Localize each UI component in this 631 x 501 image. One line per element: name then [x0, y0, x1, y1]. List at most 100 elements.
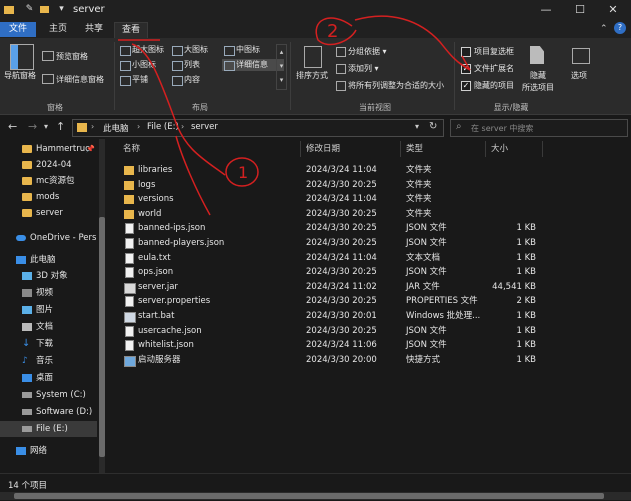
- horizontal-scrollbar[interactable]: [0, 492, 631, 500]
- sort-icon: [304, 46, 322, 68]
- group-by-button[interactable]: 分组依据 ▾: [348, 46, 387, 57]
- file-row[interactable]: server.jar 2024/3/24 11:02 JAR 文件 44,541 KB: [120, 280, 550, 295]
- file-row[interactable]: logs 2024/3/30 20:25 文件夹: [120, 178, 550, 193]
- file-row[interactable]: usercache.json 2024/3/30 20:25 JSON 文件 1 KB: [120, 324, 550, 339]
- column-header-name[interactable]: 名称: [123, 142, 140, 156]
- fit-columns-icon: [336, 81, 346, 91]
- layout-content[interactable]: 内容: [170, 74, 232, 86]
- item-checkboxes-label: 项目复选框: [474, 47, 514, 56]
- file-row[interactable]: ops.json 2024/3/30 20:25 JSON 文件 1 KB: [120, 265, 550, 280]
- nav-scroll-thumb[interactable]: [99, 217, 105, 457]
- breadcrumb-this-pc[interactable]: 此电脑: [103, 122, 129, 134]
- file-date: 2024/3/24 11:04: [306, 165, 377, 175]
- column-divider[interactable]: [542, 141, 543, 157]
- nav-item-2024-04[interactable]: 2024-04: [0, 157, 97, 173]
- layout-scroll-arrows[interactable]: ▴ ▾ ▾: [276, 44, 287, 90]
- navigation-pane-icon: [10, 44, 34, 70]
- refresh-icon[interactable]: ↻: [429, 121, 437, 132]
- maximize-button[interactable]: ☐: [570, 3, 590, 17]
- fit-columns-button[interactable]: 将所有列调整为合适的大小: [348, 80, 444, 91]
- nav-item-videos[interactable]: 视频: [0, 285, 97, 301]
- column-header-size[interactable]: 大小: [491, 142, 508, 156]
- nav-item-pictures[interactable]: 图片: [0, 302, 97, 318]
- column-divider[interactable]: [300, 141, 301, 157]
- file-row[interactable]: server.properties 2024/3/30 20:25 PROPERTI…: [120, 294, 550, 309]
- search-input[interactable]: 在 server 中搜索: [471, 123, 533, 134]
- file-name: start.bat: [138, 311, 175, 321]
- file-row[interactable]: libraries 2024/3/24 11:04 文件夹: [120, 163, 550, 178]
- nav-item-system-c[interactable]: System (C:): [0, 387, 97, 403]
- forward-button[interactable]: →: [28, 120, 37, 133]
- help-icon[interactable]: ?: [614, 22, 626, 34]
- nav-item-mc-resource-pack[interactable]: mc资源包: [0, 173, 97, 189]
- expand-ribbon-icon[interactable]: ⌃: [600, 24, 608, 34]
- options-button[interactable]: 选项: [571, 70, 587, 81]
- nav-item-music[interactable]: ♪ 音乐: [0, 353, 97, 369]
- folder-icon: [124, 166, 134, 175]
- nav-item-software-d[interactable]: Software (D:): [0, 404, 97, 420]
- chevron-down-icon[interactable]: ▾: [415, 122, 419, 131]
- file-name: logs: [138, 179, 156, 190]
- nav-item-server[interactable]: server: [0, 205, 97, 221]
- nav-item-onedrive[interactable]: OneDrive - Pers: [0, 230, 97, 246]
- customize-quick-access-icon[interactable]: ▾: [56, 4, 67, 15]
- column-divider[interactable]: [400, 141, 401, 157]
- column-header-type[interactable]: 类型: [406, 142, 423, 156]
- nav-item-documents[interactable]: 文档: [0, 319, 97, 335]
- add-column-button[interactable]: 添加列 ▾: [348, 63, 379, 74]
- column-header-date[interactable]: 修改日期: [306, 142, 340, 156]
- close-button[interactable]: ✕: [603, 3, 623, 17]
- layout-details[interactable]: 详细信息: [222, 59, 284, 71]
- nav-item-network[interactable]: 网络: [0, 443, 97, 459]
- file-name: world: [138, 208, 162, 219]
- folder-icon: [22, 177, 32, 185]
- hide-selected-button-line2[interactable]: 所选项目: [522, 82, 554, 93]
- search-box[interactable]: ⌕ 在 server 中搜索: [450, 119, 628, 137]
- horizontal-scroll-thumb[interactable]: [14, 493, 604, 499]
- tab-share[interactable]: 共享: [80, 22, 108, 37]
- file-row[interactable]: versions 2024/3/24 11:04 文件夹: [120, 192, 550, 207]
- hide-selected-button[interactable]: 隐藏: [530, 70, 546, 81]
- nav-item-desktop[interactable]: 桌面: [0, 370, 97, 386]
- up-button[interactable]: ↑: [56, 120, 65, 133]
- layout-medium-icons[interactable]: 中图标: [222, 44, 284, 56]
- file-extensions-checkbox[interactable]: ✓: [461, 64, 471, 74]
- details-pane-button[interactable]: 详细信息窗格: [56, 74, 104, 85]
- file-row[interactable]: start.bat 2024/3/30 20:01 Windows 批处理... 1 …: [120, 309, 550, 324]
- nav-item-hammertruc[interactable]: Hammertruc 📌: [0, 141, 97, 157]
- file-row[interactable]: eula.txt 2024/3/24 11:04 文本文档 1 KB: [120, 251, 550, 266]
- new-folder-icon[interactable]: [40, 4, 51, 15]
- file-row[interactable]: 启动服务器 2024/3/30 20:00 快捷方式 1 KB: [120, 353, 550, 368]
- tab-view[interactable]: 查看: [114, 22, 148, 38]
- column-divider[interactable]: [485, 141, 486, 157]
- navigation-pane-button[interactable]: 导航窗格: [4, 70, 36, 81]
- back-button[interactable]: ←: [8, 120, 17, 133]
- file-name: banned-players.json: [138, 238, 225, 248]
- nav-item-mods[interactable]: mods: [0, 189, 97, 205]
- hidden-items-checkbox[interactable]: ✓: [461, 81, 471, 91]
- item-checkboxes-checkbox[interactable]: [461, 47, 471, 57]
- tab-file[interactable]: 文件: [0, 22, 36, 37]
- address-bar[interactable]: › 此电脑 › File (E:) › server ▾ ↻: [72, 119, 444, 137]
- properties-icon[interactable]: ✎: [24, 4, 35, 15]
- nav-item-this-pc[interactable]: 此电脑: [0, 252, 97, 268]
- sort-by-button[interactable]: 排序方式: [296, 70, 328, 81]
- nav-scrollbar[interactable]: [99, 139, 105, 473]
- recent-locations-button[interactable]: ▾: [44, 122, 48, 131]
- group-separator: [290, 42, 291, 110]
- nav-item-file-e[interactable]: File (E:): [0, 421, 97, 437]
- minimize-button[interactable]: —: [536, 3, 556, 17]
- chevron-right-icon: ›: [137, 122, 141, 131]
- file-row[interactable]: banned-ips.json 2024/3/30 20:25 JSON 文件 1 K…: [120, 221, 550, 236]
- tab-home[interactable]: 主页: [44, 22, 72, 37]
- file-row[interactable]: world 2024/3/30 20:25 文件夹: [120, 207, 550, 222]
- breadcrumb-drive[interactable]: File (E:): [147, 122, 179, 132]
- file-type: PROPERTIES 文件: [406, 296, 478, 307]
- breadcrumb-server[interactable]: server: [191, 122, 218, 132]
- file-row[interactable]: banned-players.json 2024/3/30 20:25 JSON 文…: [120, 236, 550, 251]
- file-row[interactable]: whitelist.json 2024/3/24 11:06 JSON 文件 1 KB: [120, 338, 550, 353]
- nav-item-3d-objects[interactable]: 3D 对象: [0, 268, 97, 284]
- preview-pane-button[interactable]: 预览窗格: [56, 51, 88, 62]
- nav-item-downloads[interactable]: ↓ 下载: [0, 336, 97, 352]
- document-icon: [125, 325, 134, 337]
